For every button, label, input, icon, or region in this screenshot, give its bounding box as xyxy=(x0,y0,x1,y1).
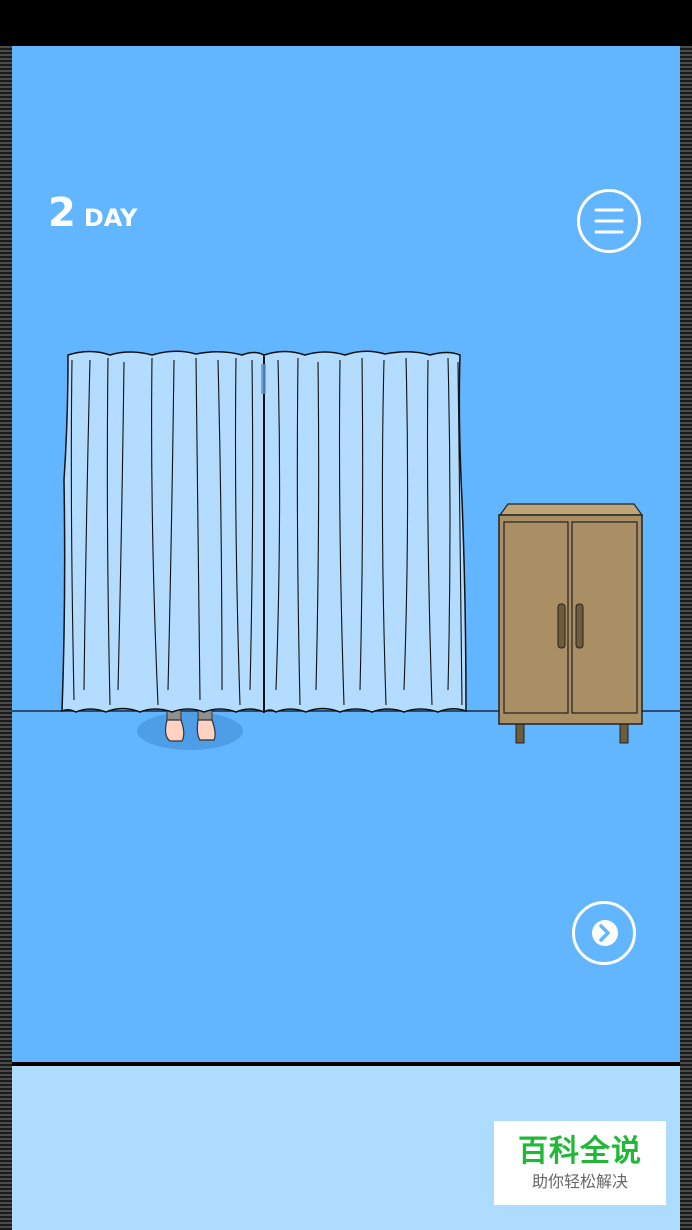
room-scene xyxy=(12,350,680,750)
day-counter: 2 DAY xyxy=(48,190,137,236)
feet-shadow xyxy=(137,712,243,750)
watermark-badge: 百科全说 助你轻松解决 xyxy=(494,1121,666,1205)
day-number: 2 xyxy=(48,190,76,236)
wooden-cabinet[interactable] xyxy=(498,503,644,744)
day-label: DAY xyxy=(83,204,138,232)
watermark-subtitle: 助你轻松解决 xyxy=(531,1172,628,1191)
chevron-right-icon xyxy=(592,920,618,946)
curtain[interactable] xyxy=(61,350,467,714)
menu-button[interactable] xyxy=(577,189,641,253)
hamburger-menu-icon xyxy=(594,208,624,234)
game-screen: 2 DAY 百科全说 助你轻松解决 xyxy=(0,0,692,1230)
next-scene-button[interactable] xyxy=(572,901,636,965)
watermark-title: 百科全说 xyxy=(518,1134,642,1169)
